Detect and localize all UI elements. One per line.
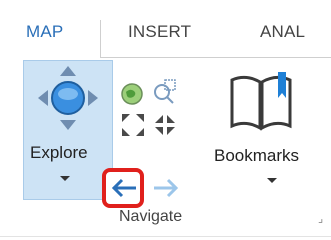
- globe-icon[interactable]: [120, 82, 144, 106]
- zoom-magnifier-icon[interactable]: [151, 78, 179, 106]
- pan-arrows-globe-icon: [38, 66, 98, 130]
- tab-insert[interactable]: INSERT: [128, 22, 191, 42]
- ribbon-tab-bar: MAP INSERT ANAL: [0, 0, 331, 58]
- forward-arrow-icon[interactable]: [150, 172, 184, 204]
- group-bottom-border: [0, 236, 331, 237]
- tab-analysis[interactable]: ANAL: [260, 22, 305, 42]
- previous-extent-button[interactable]: [102, 168, 144, 208]
- explore-dropdown-caret[interactable]: [60, 176, 70, 181]
- bookmarks-dropdown-caret[interactable]: [267, 178, 277, 183]
- bookmarks-label[interactable]: Bookmarks: [214, 146, 299, 166]
- navigate-group-label: Navigate: [119, 208, 183, 225]
- book-bookmark-icon[interactable]: [226, 70, 296, 140]
- explore-label: Explore: [30, 143, 88, 162]
- back-arrow-icon: [111, 178, 136, 198]
- tab-divider: [100, 20, 101, 58]
- dialog-launcher-icon[interactable]: ⌟: [318, 212, 323, 225]
- tab-map[interactable]: MAP: [26, 22, 63, 42]
- arrows-out-icon[interactable]: [150, 110, 180, 140]
- arrows-in-icon[interactable]: [118, 110, 148, 140]
